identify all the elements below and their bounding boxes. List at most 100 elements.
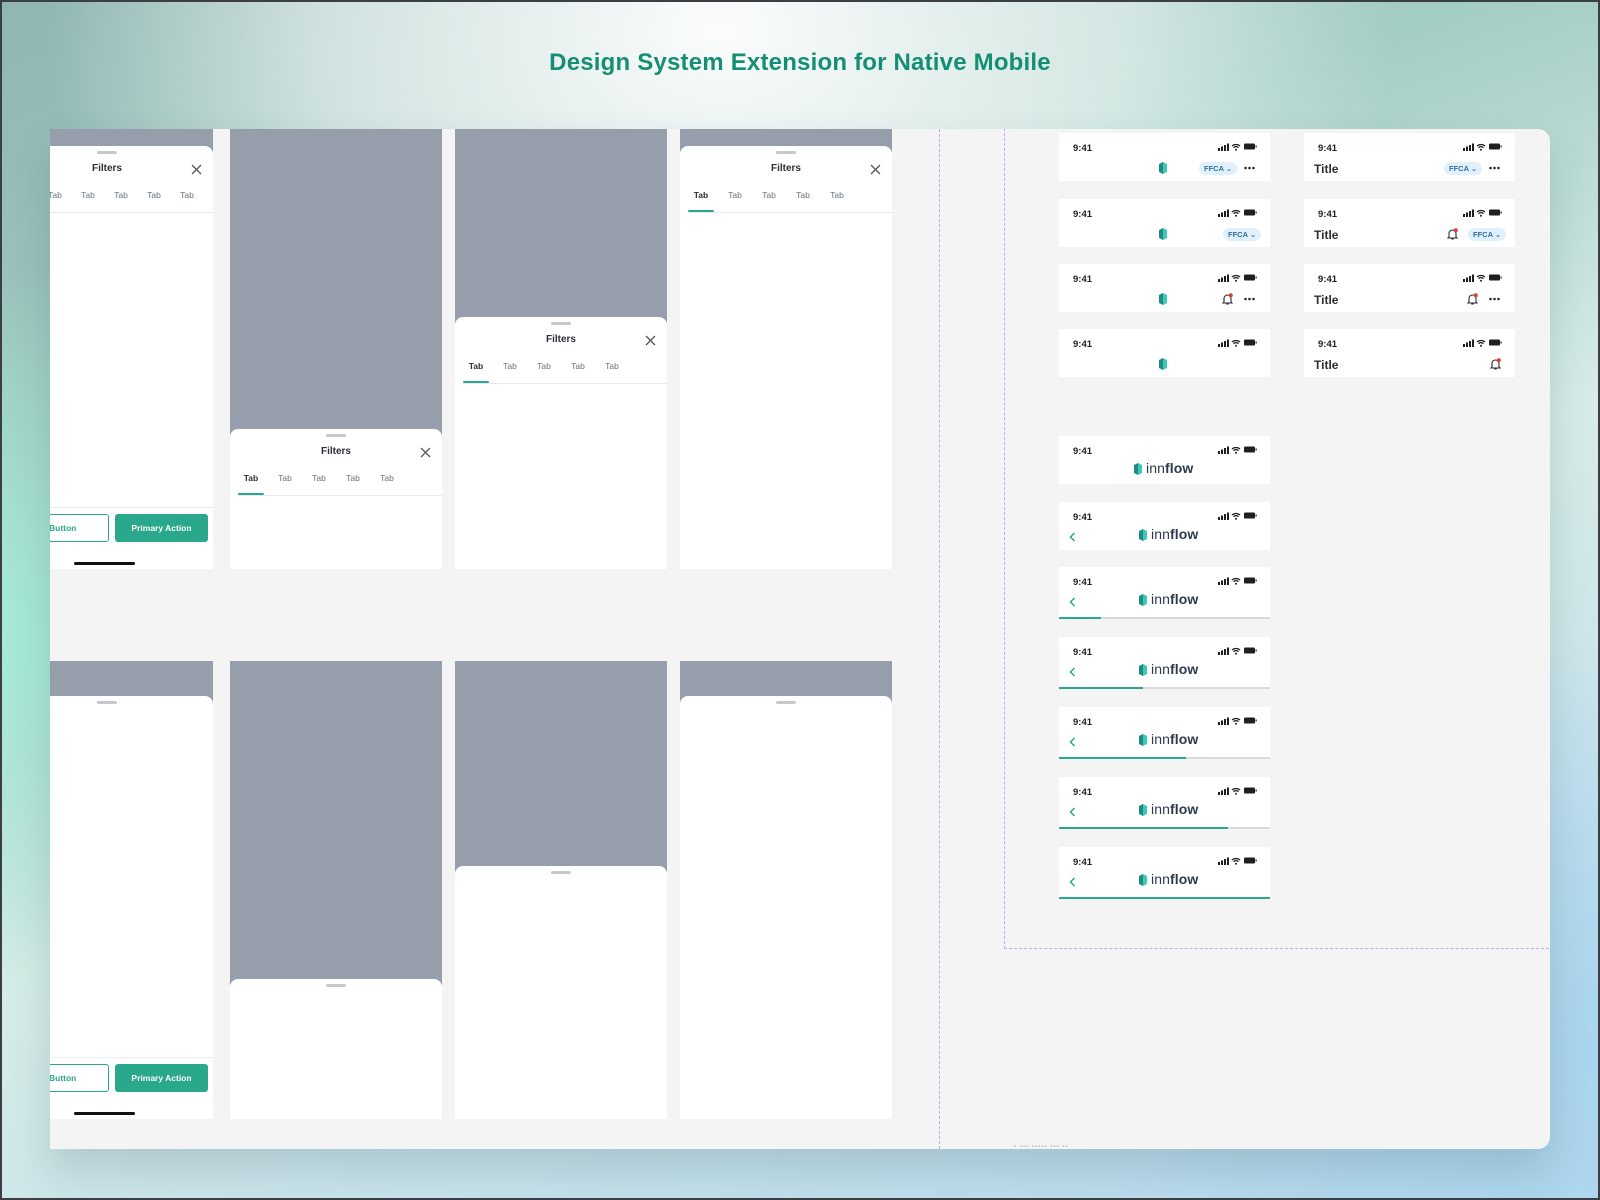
navbar-mark-chip-more: 9:41 FFCA ⌄ <box>1059 133 1270 181</box>
sheet-grabber[interactable] <box>551 871 571 874</box>
sheet-grabber[interactable] <box>326 434 346 437</box>
secondary-button[interactable]: Button <box>50 1064 109 1092</box>
more-icon[interactable] <box>1244 166 1255 170</box>
primary-action-button[interactable]: Primary Action <box>115 1064 208 1092</box>
progress-track <box>1059 897 1270 899</box>
navbar-back-logo: 9:41 innflow <box>1059 502 1270 550</box>
status-icons <box>1218 647 1257 655</box>
tab[interactable]: Tab <box>756 189 782 212</box>
innflow-logo: innflow <box>1133 460 1217 478</box>
navbar-title-bell-chip: 9:41 Title FFCA ⌄ <box>1304 199 1515 247</box>
back-chevron-icon[interactable] <box>1069 807 1076 817</box>
sheet-grabber[interactable] <box>97 701 117 704</box>
tab[interactable]: Tab <box>340 472 366 495</box>
phone-filter-sheet-small: Filters Tab Tab Tab Tab Tab <box>230 129 442 569</box>
bell-icon[interactable] <box>1467 293 1478 305</box>
more-icon[interactable] <box>1244 297 1255 301</box>
innflow-mark-icon <box>1159 228 1167 240</box>
status-time: 9:41 <box>1318 209 1338 220</box>
logo-wordmark: innflow <box>1151 801 1199 817</box>
navbar-back-logo-progress: 9:41 innflow <box>1059 567 1270 619</box>
bell-icon[interactable] <box>1447 228 1458 240</box>
close-icon[interactable] <box>191 164 202 175</box>
tab[interactable]: Tab <box>722 189 748 212</box>
bottom-sheet: Filters Tab Tab Tab Tab Tab <box>455 317 667 569</box>
bottom-sheet <box>455 866 667 1119</box>
close-icon[interactable] <box>870 164 881 175</box>
secondary-button[interactable]: Button <box>50 514 109 542</box>
logo-wordmark: innflow <box>1151 591 1199 607</box>
progress-fill <box>1059 757 1186 759</box>
phone-empty-sheet-actions: Button Primary Action <box>50 661 213 1119</box>
close-icon[interactable] <box>645 335 656 346</box>
tab[interactable]: Tab <box>50 189 68 212</box>
tab[interactable]: Tab <box>565 360 591 383</box>
chip-label: FFCA <box>1449 164 1469 173</box>
navbar-title: Title <box>1314 228 1339 242</box>
progress-track <box>1059 687 1270 689</box>
close-icon[interactable] <box>420 447 431 458</box>
back-chevron-icon[interactable] <box>1069 532 1076 542</box>
tab[interactable]: Tab <box>374 472 400 495</box>
status-icons <box>1463 274 1502 282</box>
status-time: 9:41 <box>1073 209 1093 220</box>
tab-active[interactable]: Tab <box>238 472 264 495</box>
phone-empty-sheet-tall <box>680 661 892 1119</box>
navbar-mark-only: 9:41 <box>1059 329 1270 377</box>
tab[interactable]: Tab <box>824 189 850 212</box>
navbar-back-logo-progress: 9:41 innflow <box>1059 637 1270 689</box>
sheet-grabber[interactable] <box>326 984 346 987</box>
sheet-grabber[interactable] <box>551 322 571 325</box>
more-icon[interactable] <box>1489 166 1500 170</box>
status-time: 9:41 <box>1318 339 1338 350</box>
navbar-title: Title <box>1314 162 1339 176</box>
tab[interactable]: Tab <box>108 189 134 212</box>
navbar-back-logo-progress: 9:41 innflow <box>1059 847 1270 899</box>
tab[interactable]: Tab <box>141 189 167 212</box>
tab[interactable]: Tab <box>531 360 557 383</box>
account-chip[interactable]: FFCA ⌄ <box>1223 228 1262 241</box>
innflow-mark-icon <box>1139 664 1147 676</box>
innflow-logo: innflow <box>1138 526 1222 544</box>
phone-filter-sheet-full-actions: Filters Tab Tab Tab Tab Tab Tab Button P… <box>50 129 213 569</box>
progress-fill <box>1059 897 1270 899</box>
logo-wordmark: innflow <box>1151 526 1199 542</box>
tab[interactable]: Tab <box>497 360 523 383</box>
home-indicator <box>74 1112 135 1115</box>
home-indicator <box>74 562 135 565</box>
sheet-grabber[interactable] <box>776 151 796 154</box>
tab[interactable]: Tab <box>75 189 101 212</box>
page-title: Design System Extension for Native Mobil… <box>549 49 1051 76</box>
account-chip[interactable]: FFCA ⌄ <box>1468 228 1507 241</box>
bell-icon[interactable] <box>1490 358 1501 370</box>
tab-active[interactable]: Tab <box>463 360 489 383</box>
back-chevron-icon[interactable] <box>1069 737 1076 747</box>
back-chevron-icon[interactable] <box>1069 877 1076 887</box>
tab-active[interactable]: Tab <box>688 189 714 212</box>
sheet-grabber[interactable] <box>776 701 796 704</box>
tab[interactable]: Tab <box>174 189 200 212</box>
tab[interactable]: Tab <box>306 472 332 495</box>
tab-bar: Tab Tab Tab Tab Tab <box>238 472 442 496</box>
sheet-grabber[interactable] <box>97 151 117 154</box>
tab[interactable]: Tab <box>272 472 298 495</box>
status-icons <box>1218 787 1257 795</box>
tab[interactable]: Tab <box>599 360 625 383</box>
more-icon[interactable] <box>1489 297 1500 301</box>
innflow-logo: innflow <box>1138 661 1222 679</box>
sheet-footer: Button Primary Action <box>50 1057 213 1119</box>
bell-icon[interactable] <box>1222 293 1233 305</box>
chevron-down-icon: ⌄ <box>1249 230 1257 239</box>
tab[interactable]: Tab <box>790 189 816 212</box>
navbar-back-logo-progress: 9:41 innflow <box>1059 777 1270 829</box>
bottom-sheet: Filters Tab Tab Tab Tab Tab <box>230 429 442 569</box>
design-canvas[interactable]: Filters Tab Tab Tab Tab Tab Tab Button P… <box>50 129 1550 1149</box>
back-chevron-icon[interactable] <box>1069 597 1076 607</box>
progress-track <box>1059 827 1270 829</box>
back-chevron-icon[interactable] <box>1069 667 1076 677</box>
account-chip[interactable]: FFCA ⌄ <box>1444 162 1483 175</box>
primary-action-button[interactable]: Primary Action <box>115 514 208 542</box>
status-time: 9:41 <box>1073 339 1093 350</box>
phone-empty-sheet-medium <box>455 661 667 1119</box>
account-chip[interactable]: FFCA ⌄ <box>1199 162 1238 175</box>
